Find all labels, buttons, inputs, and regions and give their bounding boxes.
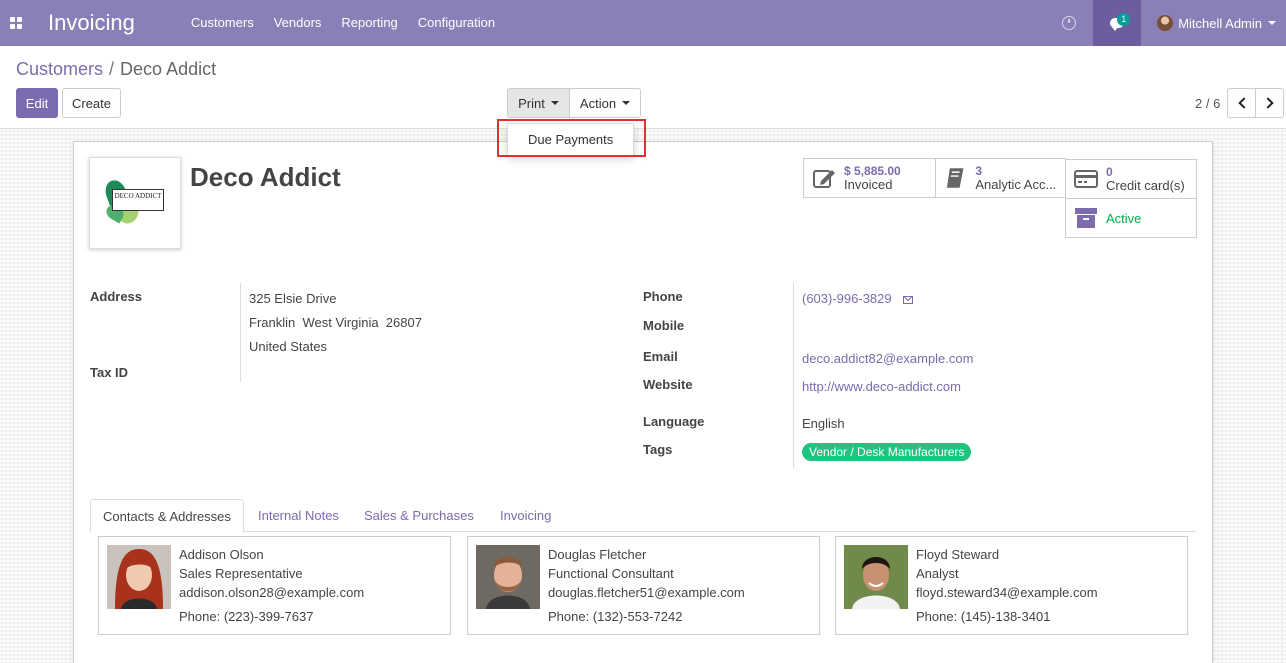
menu-reporting[interactable]: Reporting [331, 0, 407, 46]
contact-role: Functional Consultant [548, 566, 674, 581]
contact-card[interactable]: Floyd Steward Analyst floyd.steward34@ex… [835, 536, 1188, 635]
tab-invoicing[interactable]: Invoicing [488, 499, 563, 532]
contact-card[interactable]: Douglas Fletcher Functional Consultant d… [467, 536, 820, 635]
active-status: Active [1106, 210, 1142, 226]
analytic-accounts-stat-button[interactable]: 3 Analytic Acc... [935, 158, 1066, 198]
language-label: Language [643, 414, 705, 429]
tags-label: Tags [643, 442, 673, 457]
chat-count-badge: 1 [1117, 13, 1131, 26]
tab-sales-purchases[interactable]: Sales & Purchases [352, 499, 486, 532]
activity-clock-icon[interactable] [1062, 16, 1077, 30]
print-label: Print [518, 95, 545, 111]
address-street: 325 Elsie Drive [249, 291, 337, 306]
apps-menu-icon[interactable] [0, 0, 32, 46]
menu-vendors[interactable]: Vendors [264, 0, 332, 46]
contact-phone: Phone: (145)-138-3401 [916, 609, 1051, 624]
print-caret-icon [550, 101, 559, 105]
tab-internal-notes[interactable]: Internal Notes [246, 499, 351, 532]
field-divider [240, 283, 241, 382]
contact-card[interactable]: Addison Olson Sales Representative addis… [98, 536, 451, 635]
logo-text: DECO ADDICT [112, 189, 164, 211]
user-avatar [1157, 15, 1174, 31]
phone-value[interactable]: (603)-996-3829 [802, 291, 892, 306]
invoiced-stat-button[interactable]: $ 5,885.00 Invoiced [803, 158, 936, 198]
partner-logo[interactable]: DECO ADDICT [89, 157, 181, 249]
action-caret-icon [622, 101, 631, 105]
language-value: English [802, 416, 845, 431]
notebook-tabs: Contacts & Addresses Internal Notes Sale… [90, 499, 1196, 533]
contact-email[interactable]: douglas.fletcher51@example.com [548, 585, 745, 600]
tax-id-label: Tax ID [90, 365, 129, 380]
app-title[interactable]: Invoicing [48, 10, 135, 36]
email-label: Email [643, 349, 678, 364]
credit-card-stat-button[interactable]: 0 Credit card(s) [1065, 159, 1197, 199]
user-name: Mitchell Admin [1178, 15, 1262, 31]
tab-contacts-addresses[interactable]: Contacts & Addresses [90, 499, 244, 533]
archive-toggle-button[interactable]: Active [1065, 198, 1197, 238]
website-label: Website [643, 377, 693, 392]
action-label: Action [579, 95, 617, 111]
breadcrumb: Customers / Deco Addict [16, 59, 216, 80]
book-icon [946, 168, 964, 188]
control-panel: Customers / Deco Addict Edit Create Print … [0, 46, 1286, 129]
contact-role: Sales Representative [179, 566, 303, 581]
breadcrumb-separator: / [109, 59, 115, 79]
systray: 1 Mitchell Admin [1062, 0, 1286, 46]
contact-name: Addison Olson [179, 547, 264, 562]
credit-label: Credit card(s) [1106, 179, 1185, 193]
print-dropdown-menu: Due Payments [507, 123, 634, 156]
email-value[interactable]: deco.addict82@example.com [802, 351, 973, 366]
contact-email[interactable]: floyd.steward34@example.com [916, 585, 1098, 600]
address-city-state-zip: Franklin West Virginia 26807 [249, 315, 422, 330]
mobile-label: Mobile [643, 318, 685, 333]
field-divider [793, 283, 794, 468]
top-navbar: Invoicing Customers Vendors Reporting Co… [0, 0, 1286, 46]
contact-name: Douglas Fletcher [548, 547, 647, 562]
menu-customers[interactable]: Customers [181, 0, 264, 46]
user-caret-icon [1268, 21, 1276, 25]
messaging-button[interactable]: 1 [1093, 0, 1142, 46]
contact-phone: Phone: (132)-553-7242 [548, 609, 683, 624]
print-menu-due-payments[interactable]: Due Payments [508, 124, 633, 147]
analytic-value: 3 [975, 164, 983, 178]
credit-value: 0 [1106, 165, 1113, 179]
partner-name: Deco Addict [190, 162, 341, 192]
edit-button[interactable]: Edit [16, 88, 58, 118]
action-dropdown-button[interactable]: Action [569, 88, 641, 118]
address-country: United States [249, 339, 328, 354]
chevron-right-icon [1261, 97, 1274, 109]
contact-role: Analyst [916, 566, 959, 581]
pager-next-button[interactable] [1255, 88, 1284, 118]
archive-icon [1075, 208, 1097, 228]
breadcrumb-customers[interactable]: Customers [16, 59, 103, 79]
analytic-label: Analytic Acc... [975, 178, 1057, 192]
tag-badge[interactable]: Vendor / Desk Manufacturers [802, 443, 972, 461]
address-label: Address [90, 289, 143, 304]
user-menu[interactable]: Mitchell Admin [1141, 15, 1286, 31]
credit-card-icon [1074, 170, 1098, 188]
pager-value: 2 / 6 [1195, 96, 1221, 111]
breadcrumb-current: Deco Addict [120, 59, 217, 79]
contact-name: Floyd Steward [916, 547, 1000, 562]
print-dropdown-button[interactable]: Print [507, 88, 570, 118]
invoiced-label: Invoiced [844, 178, 893, 192]
create-button[interactable]: Create [62, 88, 121, 118]
contact-photo [476, 545, 540, 609]
phone-label: Phone [643, 289, 683, 304]
website-value[interactable]: http://www.deco-addict.com [802, 379, 961, 394]
pencil-square-icon [813, 170, 835, 188]
sms-envelope-icon[interactable] [902, 295, 913, 304]
chevron-left-icon [1237, 97, 1250, 109]
pager-previous-button[interactable] [1227, 88, 1256, 118]
contact-photo [844, 545, 908, 609]
contact-phone: Phone: (223)-399-7637 [179, 609, 314, 624]
menu-configuration[interactable]: Configuration [408, 0, 505, 46]
contact-photo [107, 545, 171, 609]
invoiced-value: $ 5,885.00 [844, 164, 901, 178]
main-menu: Customers Vendors Reporting Configuratio… [181, 0, 505, 46]
contact-email[interactable]: addison.olson28@example.com [179, 585, 364, 600]
